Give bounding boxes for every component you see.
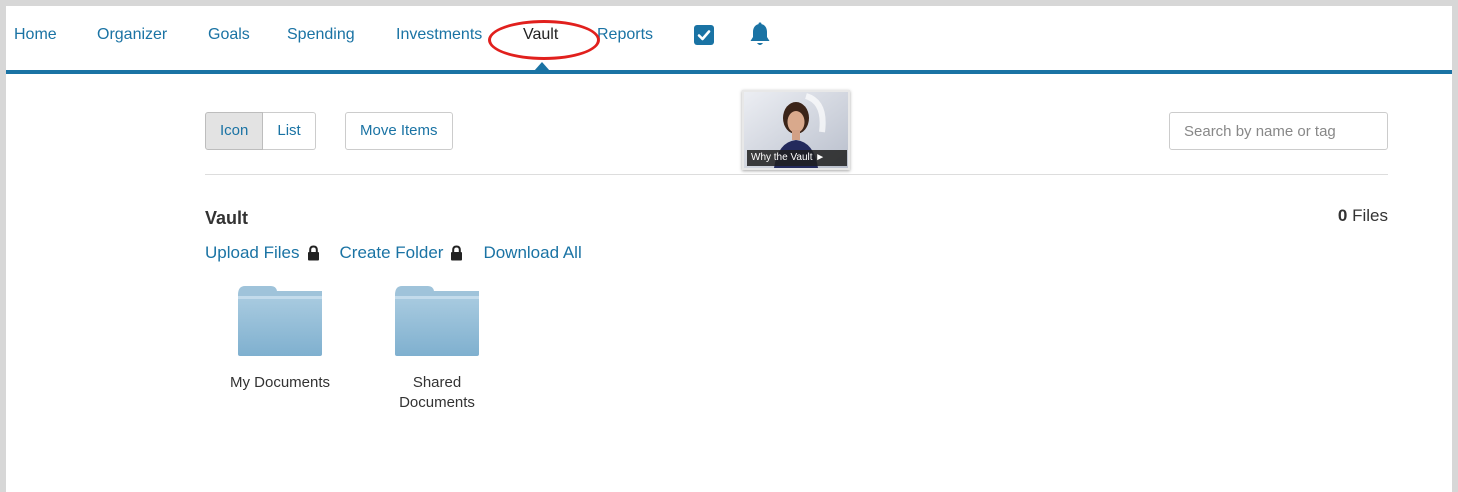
- create-folder-link[interactable]: Create Folder: [340, 243, 444, 263]
- folder-shared-documents[interactable]: Shared Documents: [371, 283, 503, 413]
- files-count-number: 0: [1337, 206, 1348, 225]
- files-count: 0 Files: [1338, 206, 1388, 226]
- folder-label: My Documents: [229, 374, 331, 391]
- nav-reports[interactable]: Reports: [597, 26, 653, 44]
- nav-home[interactable]: Home: [14, 26, 57, 44]
- folder-label: Shared Documents: [399, 374, 475, 411]
- move-items-button[interactable]: Move Items: [345, 112, 453, 150]
- nav-organizer[interactable]: Organizer: [97, 26, 167, 44]
- nav-goals[interactable]: Goals: [208, 26, 250, 44]
- video-caption: Why the Vault ►: [747, 150, 847, 166]
- why-the-vault-video[interactable]: Why the Vault ►: [742, 90, 850, 170]
- upload-files-link[interactable]: Upload Files: [205, 243, 300, 263]
- search-input[interactable]: [1169, 112, 1388, 150]
- toolbar-divider: [205, 174, 1388, 175]
- page-title: Vault: [205, 208, 249, 228]
- nav-spending[interactable]: Spending: [287, 26, 355, 44]
- lock-icon: [307, 245, 319, 261]
- bell-icon[interactable]: [748, 22, 772, 48]
- folder-icon: [238, 286, 322, 356]
- nav-vault[interactable]: Vault: [523, 26, 558, 44]
- top-nav: Home Organizer Goals Spending Investment…: [6, 6, 1452, 74]
- checkmark-icon: [697, 30, 711, 41]
- view-list-button[interactable]: List: [263, 112, 316, 150]
- view-toggle-group: Icon List: [205, 112, 316, 150]
- vault-actions: Upload Files Create Folder Download All: [205, 243, 582, 263]
- nav-investments[interactable]: Investments: [396, 26, 482, 44]
- active-tab-caret: [534, 62, 550, 71]
- files-count-suffix: Files: [1352, 206, 1388, 225]
- download-all-link[interactable]: Download All: [483, 243, 581, 263]
- view-icon-button[interactable]: Icon: [205, 112, 264, 150]
- lock-icon: [451, 245, 463, 261]
- checkbox-tasks-icon[interactable]: [694, 25, 714, 45]
- folder-icon: [395, 286, 479, 356]
- folder-my-documents[interactable]: My Documents: [214, 283, 346, 393]
